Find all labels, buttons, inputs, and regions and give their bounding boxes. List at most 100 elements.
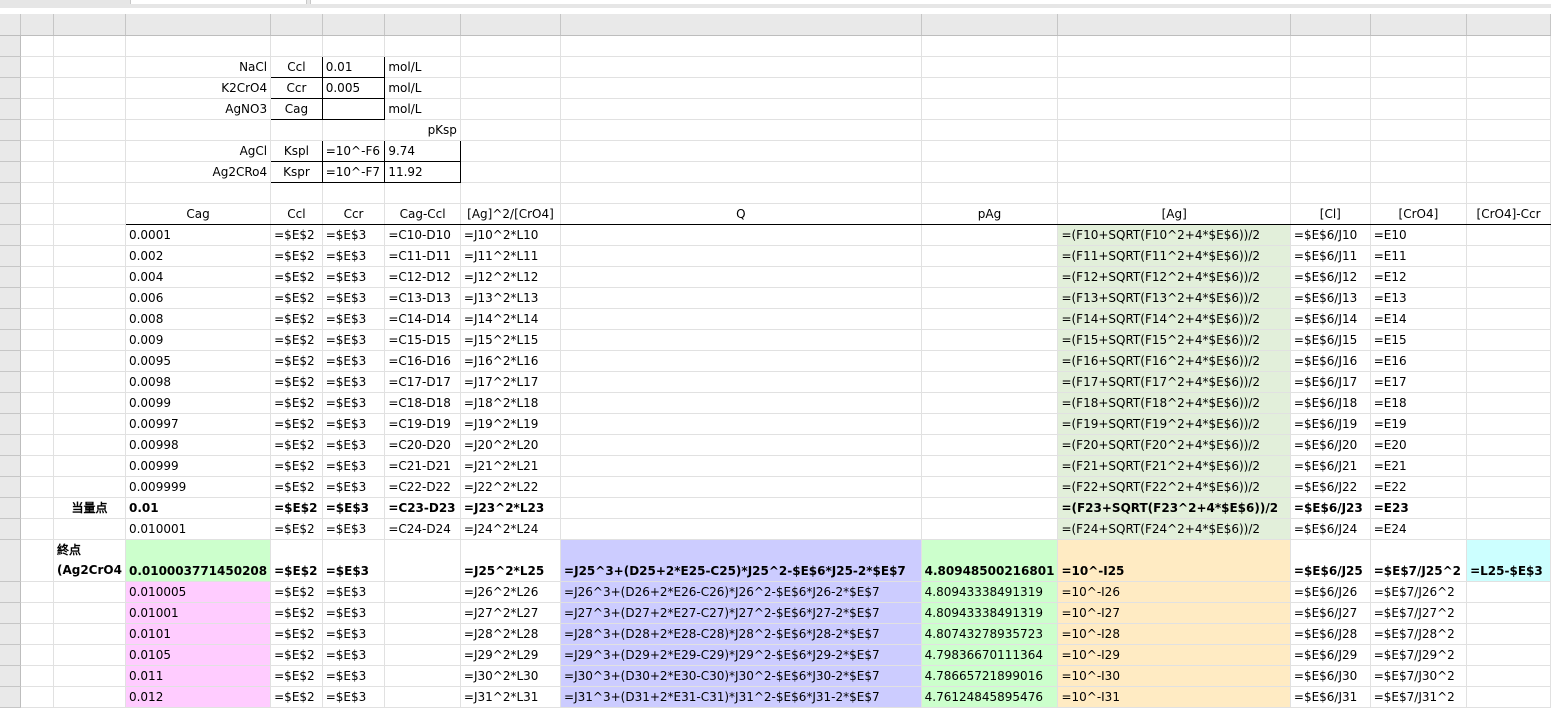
row-header-20[interactable] [0,434,21,456]
cell-g4[interactable] [460,98,562,120]
cell-g14[interactable]: =J14^2*L14 [460,308,562,330]
cell-b23[interactable]: 当量点 [53,497,126,519]
column-header-c[interactable] [125,14,272,36]
cell-e29[interactable]: =$E$3 [322,644,386,666]
cell-d20[interactable]: =$E$2 [270,434,323,456]
cell-m23[interactable] [1466,497,1551,519]
cell-i23[interactable] [921,497,1059,519]
cell-h31[interactable]: =J31^3+(D31+2*E31-C31)*J31^2-$E$6*J31-2*… [560,686,922,708]
cell-h29[interactable]: =J29^3+(D29+2*E29-C29)*J29^2-$E$6*J29-2*… [560,644,922,666]
cell-l25[interactable]: =$E$7/J25^2 [1370,539,1468,582]
cell-a28[interactable] [20,623,54,645]
cell-m27[interactable] [1466,602,1551,624]
cell-m28[interactable] [1466,623,1551,645]
cell-i10[interactable] [921,224,1059,246]
row-header-18[interactable] [0,392,21,414]
cell-e7[interactable]: =10^-F7 [321,161,386,183]
cell-f14[interactable]: =C14-D14 [384,308,461,330]
column-header-k[interactable] [1290,14,1371,36]
cell-l30[interactable]: =$E$7/J30^2 [1370,665,1468,687]
row-header-30[interactable] [0,665,21,687]
cell-l4[interactable] [1370,98,1468,120]
cell-f13[interactable]: =C13-D13 [384,287,461,309]
cell-b4[interactable] [53,98,126,120]
cell-g11[interactable]: =J11^2*L11 [460,245,562,267]
cell-d31[interactable]: =$E$2 [270,686,323,708]
cell-h28[interactable]: =J28^3+(D28+2*E28-C28)*J28^2-$E$6*J28-2*… [560,623,922,645]
cell-l16[interactable]: =E16 [1370,350,1468,372]
cell-d23[interactable]: =$E$2 [270,497,323,519]
cell-g18[interactable]: =J18^2*L18 [460,392,562,414]
cell-l17[interactable]: =E17 [1370,371,1468,393]
cell-m15[interactable] [1466,329,1551,351]
cell-j31[interactable]: =10^-I31 [1057,686,1291,708]
cell-b27[interactable] [53,602,126,624]
cell-a10[interactable] [20,224,54,246]
cell-m11[interactable] [1466,245,1551,267]
cell-j27[interactable]: =10^-I27 [1057,602,1291,624]
cell-j26[interactable]: =10^-I26 [1057,581,1291,603]
cell-c26[interactable]: 0.010005 [125,581,272,603]
cell-j2[interactable] [1057,56,1291,78]
cell-d19[interactable]: =$E$2 [270,413,323,435]
cell-b26[interactable] [53,581,126,603]
cell-f11[interactable]: =C11-D11 [384,245,461,267]
cell-g30[interactable]: =J30^2*L30 [460,665,562,687]
row-header-22[interactable] [0,476,21,498]
cell-m21[interactable] [1466,455,1551,477]
cell-a12[interactable] [20,266,54,288]
cell-k13[interactable]: =$E$6/J13 [1290,287,1371,309]
cell-d4[interactable]: Cag [270,98,323,120]
cell-h24[interactable] [560,518,922,540]
cell-l21[interactable]: =E21 [1370,455,1468,477]
cell-f16[interactable]: =C16-D16 [384,350,461,372]
cell-g19[interactable]: =J19^2*L19 [460,413,562,435]
cell-e23[interactable]: =$E$3 [322,497,386,519]
cell-h30[interactable]: =J30^3+(D30+2*E30-C30)*J30^2-$E$6*J30-2*… [560,665,922,687]
cell-m18[interactable] [1466,392,1551,414]
cell-j15[interactable]: =(F15+SQRT(F15^2+4*$E$6))/2 [1057,329,1291,351]
row-header-11[interactable] [0,245,21,267]
cell-c12[interactable]: 0.004 [125,266,272,288]
cell-f20[interactable]: =C20-D20 [384,434,461,456]
cell-d27[interactable]: =$E$2 [270,602,323,624]
cell-a2[interactable] [20,56,54,78]
cell-k1[interactable] [1290,35,1371,57]
cell-i22[interactable] [921,476,1059,498]
row-header-26[interactable] [0,581,21,603]
row-header-23[interactable] [0,497,21,519]
cell-e12[interactable]: =$E$3 [322,266,386,288]
cell-m10[interactable] [1466,224,1551,246]
cell-m9[interactable]: [CrO4]-Ccr [1466,203,1551,225]
cell-c13[interactable]: 0.006 [125,287,272,309]
cell-g23[interactable]: =J23^2*L23 [460,497,562,519]
cell-g27[interactable]: =J27^2*L27 [460,602,562,624]
cell-c23[interactable]: 0.01 [125,497,272,519]
cell-k19[interactable]: =$E$6/J19 [1290,413,1371,435]
cell-f23[interactable]: =C23-D23 [384,497,461,519]
cell-k21[interactable]: =$E$6/J21 [1290,455,1371,477]
cell-f2[interactable]: mol/L [384,56,461,78]
cell-k6[interactable] [1290,140,1371,162]
cell-b29[interactable] [53,644,126,666]
cell-j1[interactable] [1057,35,1291,57]
cell-j21[interactable]: =(F21+SQRT(F21^2+4*$E$6))/2 [1057,455,1291,477]
cell-e10[interactable]: =$E$3 [322,224,386,246]
cell-b22[interactable] [53,476,126,498]
cell-k2[interactable] [1290,56,1371,78]
cell-m17[interactable] [1466,371,1551,393]
cell-k5[interactable] [1290,119,1371,141]
column-header-m[interactable] [1466,14,1551,36]
cell-c8[interactable] [125,182,272,204]
cell-m5[interactable] [1466,119,1551,141]
cell-j5[interactable] [1057,119,1291,141]
cell-h5[interactable] [560,119,922,141]
column-header-e[interactable] [322,14,386,36]
cell-b31[interactable] [53,686,126,708]
row-header-21[interactable] [0,455,21,477]
cell-d6[interactable]: Kspl [270,140,323,162]
cell-b7[interactable] [53,161,126,183]
row-header-12[interactable] [0,266,21,288]
cell-k16[interactable]: =$E$6/J16 [1290,350,1371,372]
cell-i12[interactable] [921,266,1059,288]
